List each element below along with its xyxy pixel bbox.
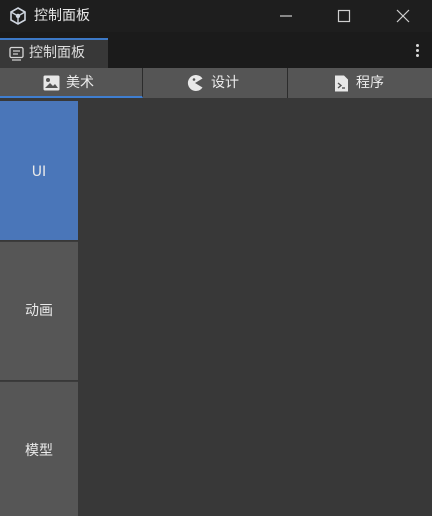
panel-icon (9, 46, 24, 61)
pacman-icon (187, 75, 203, 91)
tab-art[interactable]: 美术 (0, 68, 143, 98)
tab-design-label: 设计 (211, 75, 239, 91)
tab-label: 控制面板 (29, 45, 85, 61)
sidebar-item-model[interactable]: 模型 (0, 381, 78, 516)
more-options-icon[interactable] (409, 42, 425, 60)
close-button[interactable] (374, 0, 432, 32)
category-tabs: 美术 设计 程序 (0, 68, 432, 98)
sidebar-item-animation[interactable]: 动画 (0, 241, 78, 380)
minimize-icon (280, 15, 292, 17)
sidebar: UI 动画 模型 (0, 98, 78, 516)
window-title: 控制面板 (34, 8, 90, 24)
sidebar-item-ui[interactable]: UI (0, 101, 78, 240)
tab-design[interactable]: 设计 (143, 68, 288, 98)
tab-art-label: 美术 (66, 75, 94, 91)
image-icon (43, 75, 60, 91)
app-icon (10, 7, 26, 25)
sidebar-item-label: 动画 (25, 303, 53, 319)
sidebar-item-label: UI (31, 164, 47, 180)
maximize-icon (337, 9, 351, 23)
sidebar-item-label: 模型 (25, 443, 53, 459)
tab-code[interactable]: 程序 (288, 68, 432, 98)
tab-control-panel[interactable]: 控制面板 (0, 38, 108, 68)
panel-tab-strip: 控制面板 (0, 32, 432, 68)
minimize-button[interactable] (257, 0, 315, 32)
close-icon (396, 9, 410, 23)
maximize-button[interactable] (315, 0, 373, 32)
tab-code-label: 程序 (356, 75, 384, 91)
content-area (78, 98, 432, 516)
script-icon (335, 75, 348, 92)
title-bar: 控制面板 (0, 0, 432, 32)
